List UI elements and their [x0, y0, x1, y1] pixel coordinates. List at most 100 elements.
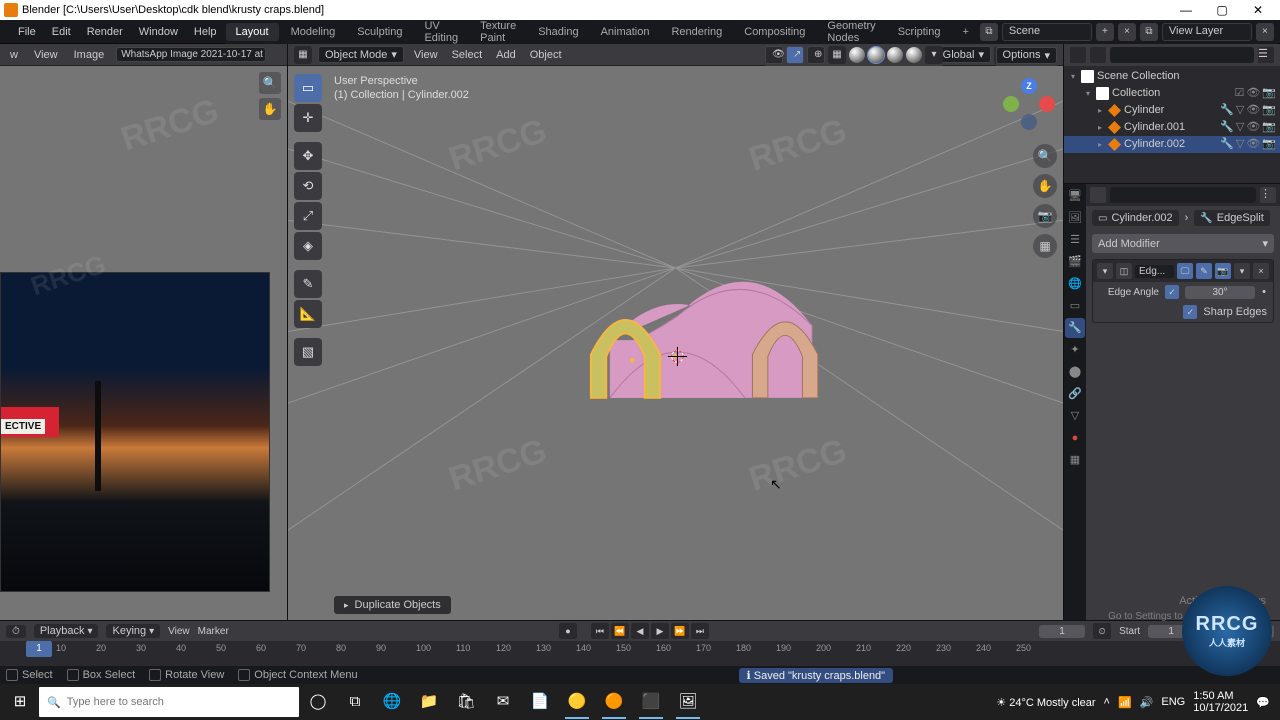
edge-angle-value[interactable]: 30°	[1185, 286, 1255, 299]
task-photos-icon[interactable]: 🖼	[670, 684, 706, 720]
preview-range-icon[interactable]: ⏲	[1093, 623, 1111, 639]
play-rev-icon[interactable]: ◀	[631, 623, 649, 639]
gizmo-z-icon[interactable]: Z	[1021, 78, 1037, 94]
prop-tab-constraints[interactable]: 🔗	[1065, 384, 1085, 404]
prop-tab-modifiers[interactable]: 🔧	[1065, 318, 1085, 338]
tray-chevron-icon[interactable]: ˄	[1104, 696, 1110, 708]
menu-edit[interactable]: Edit	[44, 23, 79, 41]
task-word-icon[interactable]: 📄	[522, 684, 558, 720]
autokey-icon[interactable]: ●	[559, 623, 577, 639]
mod-delete-icon[interactable]: ×	[1253, 263, 1269, 279]
tray-clock[interactable]: 1:50 AM10/17/2021	[1193, 690, 1248, 714]
scene-name[interactable]: Scene	[1002, 23, 1092, 41]
scene-del-icon[interactable]: ×	[1118, 23, 1136, 41]
nav-gizmo[interactable]: Z	[1003, 78, 1055, 130]
add-modifier-button[interactable]: Add Modifier▾	[1092, 234, 1274, 253]
pan-icon[interactable]: ✋	[259, 98, 281, 120]
task-taskview-icon[interactable]: ⧉	[337, 684, 373, 720]
tray-weather[interactable]: ☀ 24°C Mostly clear	[996, 696, 1095, 709]
props-type-icon[interactable]	[1090, 187, 1106, 203]
prop-tab-material[interactable]: ●	[1065, 428, 1085, 448]
task-obs-icon[interactable]: ⬛	[633, 684, 669, 720]
outliner-filter-icon[interactable]: ☰	[1258, 47, 1274, 63]
tab-texture-paint[interactable]: Texture Paint	[470, 17, 526, 47]
imged-view[interactable]: View	[30, 47, 62, 63]
persp-nav-icon[interactable]: ▦	[1033, 234, 1057, 258]
tab-sculpting[interactable]: Sculpting	[347, 23, 412, 41]
prop-tab-output[interactable]: 🖼	[1065, 208, 1085, 228]
frame-current[interactable]: 1	[1039, 625, 1085, 638]
gizmo-toggle-icon[interactable]: ↗	[786, 46, 804, 64]
props-search[interactable]	[1110, 187, 1256, 203]
tab-compositing[interactable]: Compositing	[734, 23, 815, 41]
outliner-scene-row[interactable]: ▾ Scene Collection	[1064, 68, 1280, 85]
jump-start-icon[interactable]: ⏮	[591, 623, 609, 639]
outliner-item-cylinder[interactable]: ▸ Cylinder 🔧▽👁📷	[1064, 102, 1280, 119]
playback-menu[interactable]: Playback ▾	[34, 624, 99, 638]
prop-tab-scene[interactable]: 🎬	[1065, 252, 1085, 272]
tab-geometry-nodes[interactable]: Geometry Nodes	[817, 17, 885, 47]
zoom-nav-icon[interactable]: 🔍	[1033, 144, 1057, 168]
tray-lang-icon[interactable]: ENG	[1161, 696, 1185, 708]
task-blender-icon[interactable]: 🟠	[596, 684, 632, 720]
imged-mode[interactable]: w	[6, 47, 22, 63]
task-explorer-icon[interactable]: 📁	[411, 684, 447, 720]
keying-menu[interactable]: Keying ▾	[106, 624, 160, 638]
edge-angle-anim-icon[interactable]: •	[1261, 286, 1267, 298]
visibility-icon[interactable]: 👁	[765, 46, 783, 64]
menu-window[interactable]: Window	[131, 23, 186, 41]
scene-browse-icon[interactable]: ⧉	[980, 23, 998, 41]
viewlayer-browse-icon[interactable]: ⧉	[1140, 23, 1158, 41]
shading-wire-icon[interactable]	[849, 47, 865, 63]
mode-select[interactable]: Object Mode▾	[318, 46, 404, 63]
edge-angle-check[interactable]: ✓	[1165, 285, 1179, 299]
options-button[interactable]: Options ▾	[996, 47, 1057, 64]
playhead[interactable]: 1	[26, 641, 52, 657]
timeline-view[interactable]: View	[168, 626, 190, 637]
pan-nav-icon[interactable]: ✋	[1033, 174, 1057, 198]
prop-tab-particles[interactable]: ✦	[1065, 340, 1085, 360]
viewlayer-del-icon[interactable]: ×	[1256, 23, 1274, 41]
prop-tab-mesh[interactable]: ▽	[1065, 406, 1085, 426]
timeline-marker[interactable]: Marker	[198, 626, 229, 637]
tray-notifications-icon[interactable]: 💬	[1256, 696, 1270, 709]
shading-render-icon[interactable]	[906, 47, 922, 63]
tool-transform[interactable]: ◈	[294, 232, 322, 260]
tool-scale[interactable]: ⤢	[294, 202, 322, 230]
tab-rendering[interactable]: Rendering	[661, 23, 732, 41]
overlay-toggle-icon[interactable]: ⊕	[807, 46, 825, 64]
outliner-search[interactable]	[1110, 47, 1254, 63]
task-mail-icon[interactable]: ✉	[485, 684, 521, 720]
tray-volume-icon[interactable]: 🔊	[1140, 696, 1154, 709]
viewport-3d[interactable]: RRCG RRCG RRCG RRCG ↖	[288, 66, 1063, 620]
tray-network-icon[interactable]: 📶	[1118, 696, 1132, 709]
tab-layout[interactable]: Layout	[226, 23, 279, 41]
shading-matprev-icon[interactable]	[887, 47, 903, 63]
outliner-type-icon[interactable]	[1070, 47, 1086, 63]
gizmo-nz-icon[interactable]	[1021, 114, 1037, 130]
mod-editmode-icon[interactable]: ✎	[1196, 263, 1212, 279]
props-options-icon[interactable]: ⋮	[1260, 187, 1276, 203]
start-button[interactable]: ⊞	[2, 684, 38, 720]
image-name-field[interactable]: WhatsApp Image 2021-10-17 at 1.3	[116, 47, 266, 62]
task-cortana-icon[interactable]: ◯	[300, 684, 336, 720]
shading-dd-icon[interactable]: ▾	[925, 46, 943, 64]
prop-tab-render[interactable]: 🖥	[1065, 186, 1085, 206]
close-button[interactable]: ✕	[1240, 0, 1276, 20]
outliner-mode-icon[interactable]	[1090, 47, 1106, 63]
imged-image[interactable]: Image	[70, 47, 109, 63]
outliner-item-cylinder002[interactable]: ▸ Cylinder.002 🔧▽👁📷	[1064, 136, 1280, 153]
menu-render[interactable]: Render	[79, 23, 131, 41]
tab-animation[interactable]: Animation	[591, 23, 660, 41]
prop-tab-object[interactable]: ▭	[1065, 296, 1085, 316]
vp-menu-select[interactable]: Select	[448, 47, 487, 63]
task-store-icon[interactable]: 🛍	[448, 684, 484, 720]
editor-type-icon[interactable]: ▦	[294, 46, 312, 64]
outliner-item-cylinder001[interactable]: ▸ Cylinder.001 🔧▽👁📷	[1064, 119, 1280, 136]
tool-move[interactable]: ✥	[294, 142, 322, 170]
task-chrome-icon[interactable]: 🟡	[559, 684, 595, 720]
timeline-type-icon[interactable]: ⏱	[6, 625, 26, 638]
viewlayer-name[interactable]: View Layer	[1162, 23, 1252, 41]
prop-tab-physics[interactable]: ⬤	[1065, 362, 1085, 382]
taskbar-search[interactable]: 🔍 Type here to search	[39, 687, 299, 717]
